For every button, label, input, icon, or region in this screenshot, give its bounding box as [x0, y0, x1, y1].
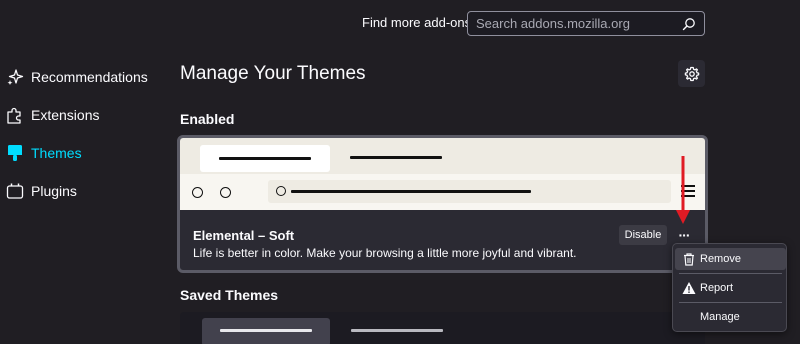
- disable-button[interactable]: Disable: [619, 225, 667, 245]
- sidebar-item-label: Plugins: [31, 183, 77, 199]
- sidebar-item-extensions[interactable]: Extensions: [0, 96, 170, 134]
- menu-item-label: Report: [700, 282, 734, 294]
- menu-separator: [679, 273, 782, 274]
- enabled-theme-card[interactable]: Elemental – Soft Life is better in color…: [177, 135, 708, 273]
- sidebar: Recommendations Extensions Themes Plugin…: [0, 58, 170, 210]
- theme-context-menu: Remove Report Manage: [672, 243, 787, 332]
- trash-icon: [684, 253, 694, 266]
- plugin-icon: [6, 183, 24, 199]
- menu-item-label: Remove: [700, 253, 741, 265]
- menu-separator: [679, 302, 782, 303]
- saved-theme-inactive-tab: [351, 329, 443, 332]
- find-more-addons-label: Find more add-ons: [362, 15, 472, 30]
- menu-item-report[interactable]: Report: [675, 277, 786, 299]
- sidebar-item-label: Themes: [31, 145, 82, 161]
- sidebar-item-label: Recommendations: [31, 69, 148, 85]
- sidebar-item-themes[interactable]: Themes: [0, 134, 170, 172]
- menu-item-manage[interactable]: Manage: [675, 306, 786, 328]
- warning-icon: [682, 282, 696, 294]
- puzzle-icon: [7, 107, 21, 124]
- sparkle-icon: [7, 69, 24, 85]
- theme-preview-tabstrip: [180, 138, 705, 174]
- menu-item-label: Manage: [700, 311, 740, 323]
- saved-themes-heading: Saved Themes: [180, 287, 279, 303]
- enabled-heading: Enabled: [180, 111, 235, 127]
- gear-icon: [684, 66, 699, 81]
- sidebar-item-recommendations[interactable]: Recommendations: [0, 58, 170, 96]
- saved-theme-preview[interactable]: [180, 312, 705, 344]
- theme-preview-urlbar: [268, 180, 671, 203]
- theme-preview-inactive-tab: [350, 156, 442, 159]
- theme-name: Elemental – Soft: [193, 228, 295, 243]
- paintbrush-icon: [8, 145, 22, 161]
- addons-search-box[interactable]: [467, 11, 705, 36]
- sidebar-item-plugins[interactable]: Plugins: [0, 172, 170, 210]
- search-icon[interactable]: [682, 17, 696, 31]
- annotation-arrow: [676, 156, 690, 224]
- menu-item-remove[interactable]: Remove: [675, 248, 786, 270]
- page-title: Manage Your Themes: [180, 63, 366, 84]
- addons-settings-button[interactable]: [678, 60, 705, 87]
- theme-preview-active-tab: [200, 145, 330, 172]
- more-options-button[interactable]: ···: [673, 225, 695, 245]
- addons-search-input[interactable]: [476, 16, 676, 31]
- theme-description: Life is better in color. Make your brows…: [193, 246, 577, 260]
- saved-theme-active-tab: [202, 318, 330, 344]
- theme-preview-toolbar: [180, 174, 705, 210]
- sidebar-item-label: Extensions: [31, 107, 100, 123]
